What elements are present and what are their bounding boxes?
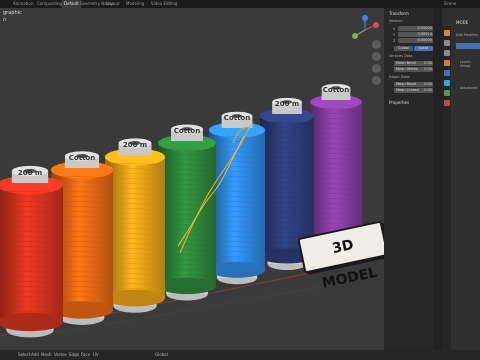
x-label: X	[393, 27, 396, 31]
output-tab-icon[interactable]	[444, 50, 450, 56]
menu-select[interactable]: Select	[18, 351, 30, 359]
menu-add[interactable]: Add	[31, 351, 39, 359]
y-label: Y	[393, 33, 396, 37]
thread-bottom	[105, 289, 165, 307]
spool-yellow: 200 m	[105, 138, 165, 313]
thread-bottom	[209, 262, 265, 278]
edges-data-label: Edges Data:	[389, 75, 411, 79]
properties-header[interactable]: Properties	[389, 100, 409, 105]
material-tab-icon[interactable]	[444, 100, 450, 106]
spool-red: 200 m	[0, 165, 63, 338]
y-field[interactable]: 0.00014	[398, 32, 433, 37]
n-panel-tabs[interactable]	[433, 8, 442, 350]
spool-blue: Cotton	[209, 111, 265, 285]
tab-default[interactable]: Default	[62, 0, 81, 8]
mean-vertex-label: Mean Vertex	[396, 67, 418, 71]
zoom-icon[interactable]	[372, 40, 381, 49]
mean-vertex-value: 0.00	[424, 67, 432, 71]
levels-viewport-label: Levels Viewp	[460, 60, 472, 68]
camera-icon[interactable]	[372, 64, 381, 73]
spool-label-red: 200 m	[18, 169, 42, 177]
menu-mesh[interactable]: Mesh	[41, 351, 52, 359]
navigation-gizmo	[352, 15, 379, 39]
transform-header[interactable]: Transform	[389, 11, 409, 16]
menu-uv[interactable]: UV	[93, 351, 99, 359]
y-axis-icon	[352, 33, 358, 39]
spool-label-green: Cotton	[174, 127, 200, 135]
spool-group: Cotton 200 m Cotton Cotton 200 m Cotton 200 m	[0, 83, 362, 338]
mean-bevel-value: 0.00	[424, 61, 432, 65]
mean-crease-field[interactable]: Mean Crease 0.00	[394, 88, 433, 93]
menu-face[interactable]: Face	[81, 351, 90, 359]
scene-selector[interactable]: Scene	[444, 0, 456, 8]
mean-bevel-edge-label: Mean Bevel	[396, 82, 417, 86]
global-toggle[interactable]: Global	[394, 46, 413, 51]
spool-label-blue: Cotton	[224, 114, 250, 122]
tool-tab-icon[interactable]	[444, 30, 450, 36]
z-axis-icon	[362, 15, 368, 21]
thread-bottom	[0, 312, 63, 332]
x-field[interactable]: 0.00000	[398, 26, 433, 31]
menu-edge[interactable]: Edge	[69, 351, 79, 359]
modifier-row[interactable]	[456, 43, 480, 49]
z-label: Z	[393, 39, 396, 43]
spool-label-yellow: 200 m	[123, 141, 147, 149]
orientation-dropdown[interactable]: Global	[155, 351, 168, 359]
z-field[interactable]: 0.00000	[398, 38, 433, 43]
tab-animation[interactable]: Animation	[13, 0, 33, 8]
spool-label-orange: Cotton	[69, 154, 95, 162]
viewport-info-sub: n	[3, 17, 7, 23]
modifier-header: MODE	[456, 20, 469, 25]
mean-crease-label: Mean Crease	[396, 88, 419, 92]
local-toggle[interactable]: Local	[414, 46, 433, 51]
mean-bevel-edge-field[interactable]: Mean Bevel 0.00	[394, 82, 433, 87]
spool-green: Cotton	[158, 124, 216, 301]
tab-modeling[interactable]: Modeling	[126, 0, 144, 8]
spool-label-navy: 200 m	[275, 100, 299, 108]
tab-video-editing[interactable]: Video Editing	[151, 0, 177, 8]
mean-bevel-field[interactable]: Mean Bevel 0.00	[394, 61, 433, 66]
tab-compositing[interactable]: Compositing	[37, 0, 62, 8]
median-label: Median:	[389, 19, 403, 23]
object-tab-icon[interactable]	[444, 60, 450, 66]
particles-tab-icon[interactable]	[444, 80, 450, 86]
physics-tab-icon[interactable]	[444, 90, 450, 96]
mean-crease-value: 0.00	[424, 88, 432, 92]
mean-bevel-label: Mean Bevel	[396, 61, 417, 65]
pan-hand-icon[interactable]	[372, 52, 381, 61]
viewport-info-label: graphic	[3, 10, 22, 16]
x-axis-icon	[373, 22, 379, 28]
add-modifier-button[interactable]: Add Modifier	[456, 33, 478, 37]
tab-layout[interactable]: Layout	[106, 0, 120, 8]
mean-bevel-edge-value: 0.00	[424, 82, 432, 86]
grid-toggle-icon[interactable]	[372, 76, 381, 85]
menu-vertex[interactable]: Vertex	[54, 351, 67, 359]
vertices-data-label: Vertices Data:	[389, 54, 414, 58]
advanced-label[interactable]: Advanced	[460, 86, 477, 90]
mean-vertex-field[interactable]: Mean Vertex 0.00	[394, 67, 433, 72]
spool-label-purple: Cotton	[323, 86, 349, 94]
modifier-tab-icon[interactable]	[444, 70, 450, 76]
render-tab-icon[interactable]	[444, 40, 450, 46]
3d-viewport[interactable]: Cotton 200 m Cotton Cotton 200 m Cotton 200 m …	[0, 8, 384, 350]
